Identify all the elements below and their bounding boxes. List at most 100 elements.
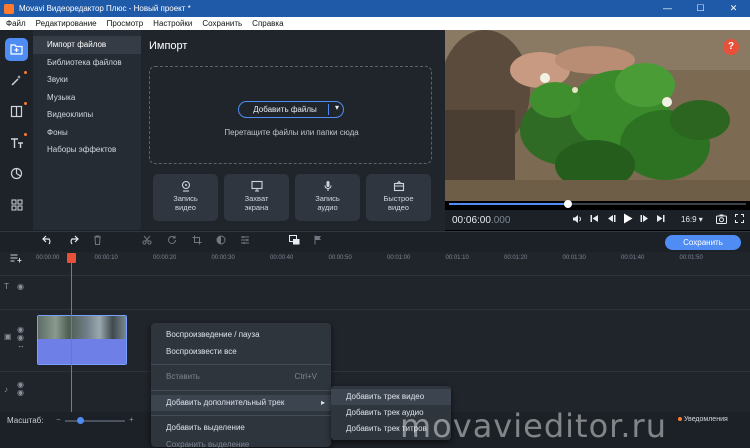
import-tab-button[interactable]	[5, 38, 28, 61]
menu-help[interactable]: Справка	[252, 19, 283, 28]
ruler-tick-label: 00:00:30	[211, 255, 235, 261]
effects-tab-button[interactable]	[5, 69, 28, 92]
progress-knob[interactable]	[563, 200, 572, 208]
file-drop-zone[interactable]: Добавить файлы ▾ Перетащите файлы или па…	[149, 66, 432, 164]
clip-properties-icon[interactable]	[240, 235, 250, 248]
snapshot-icon[interactable]	[716, 214, 727, 226]
volume-icon[interactable]	[572, 214, 582, 226]
zoom-label: Масштаб:	[7, 416, 44, 425]
ruler-tick-label: 00:01:10	[445, 255, 469, 261]
playback-progress[interactable]	[449, 200, 746, 208]
preview-player: ? 00:06:00.000 16:9 ▾	[445, 30, 750, 231]
frame-forward-icon[interactable]	[640, 214, 649, 225]
cut-icon[interactable]	[142, 235, 152, 248]
visibility-eye-icon[interactable]: ◉	[17, 282, 24, 291]
ctx-play-all[interactable]: Воспроизвести все	[151, 344, 331, 361]
minimize-button[interactable]: —	[651, 0, 684, 17]
frame-back-icon[interactable]	[607, 214, 616, 225]
pip-icon[interactable]	[289, 235, 300, 248]
ctx-add-selection[interactable]: Добавить выделение	[151, 420, 331, 437]
crop-icon[interactable]	[192, 235, 202, 248]
titles-track[interactable]: T ◉	[0, 275, 750, 309]
close-button[interactable]: ✕	[717, 0, 750, 17]
play-icon[interactable]	[623, 213, 633, 226]
time-ruler[interactable]: 00:00:00 00:00:10 00:00:20 00:00:30 00:00:40…	[30, 252, 750, 264]
zoom-slider[interactable]	[65, 417, 125, 424]
add-files-label: Добавить файлы	[253, 105, 317, 114]
track-toggles[interactable]: ◉ ◉ ↔	[17, 326, 25, 350]
more-tools-button[interactable]	[5, 193, 28, 216]
window-controls: — ☐ ✕	[651, 0, 750, 17]
clip-audio-waveform	[38, 339, 126, 364]
quick-video-tile[interactable]: Быстрое видео	[366, 174, 431, 221]
zoom-in-icon[interactable]: +	[129, 415, 134, 424]
music-note-icon: ♪	[4, 385, 8, 394]
redo-icon[interactable]	[67, 235, 79, 248]
zoom-slider-knob[interactable]	[77, 417, 84, 424]
timecode: 00:06:00.000	[452, 215, 510, 226]
delete-icon[interactable]	[93, 235, 102, 248]
add-video-track[interactable]: Добавить трек видео	[331, 389, 451, 405]
category-backgrounds[interactable]: Фоны	[33, 124, 141, 142]
record-video-tile[interactable]: Запись видео	[153, 174, 218, 221]
marker-flag-icon[interactable]	[314, 235, 322, 248]
ruler-tick-label: 00:01:20	[504, 255, 528, 261]
webcam-icon	[181, 180, 190, 192]
ctx-paste[interactable]: Вставить Ctrl+V	[151, 369, 331, 386]
menu-view[interactable]: Просмотр	[107, 19, 144, 28]
fullscreen-icon[interactable]	[735, 214, 744, 225]
color-adjust-icon[interactable]	[216, 235, 226, 248]
video-frame[interactable]: ?	[445, 30, 750, 201]
category-sounds[interactable]: Звуки	[33, 71, 141, 89]
menu-settings[interactable]: Настройки	[153, 19, 192, 28]
notifications-button[interactable]: Уведомления	[678, 416, 728, 423]
zoom-out-icon[interactable]: −	[56, 415, 61, 424]
timecode-ms: .000	[490, 215, 511, 226]
playhead-handle[interactable]	[67, 253, 76, 263]
undo-icon[interactable]	[42, 235, 54, 248]
ctx-add-track[interactable]: Добавить дополнительный трек ▸	[151, 394, 331, 411]
rotate-icon[interactable]	[167, 235, 177, 248]
video-clip[interactable]	[37, 315, 127, 365]
aspect-ratio-select[interactable]: 16:9 ▾	[681, 215, 703, 224]
titles-icon	[10, 137, 23, 148]
screen-capture-tile[interactable]: Захват экрана	[224, 174, 289, 221]
ruler-tick-label: 00:00:10	[94, 255, 118, 261]
category-video-clips[interactable]: Видеоклипы	[33, 106, 141, 124]
ctx-save-selection[interactable]: Сохранить выделение	[151, 437, 331, 448]
maximize-button[interactable]: ☐	[684, 0, 717, 17]
playhead[interactable]	[71, 254, 72, 414]
tile-label: Захват экрана	[244, 194, 269, 212]
skip-to-end-icon[interactable]	[656, 214, 665, 225]
import-pane: Импорт Добавить файлы ▾ Перетащите файлы…	[141, 30, 445, 230]
chevron-down-icon[interactable]: ▾	[335, 103, 339, 112]
add-files-button[interactable]: Добавить файлы ▾	[238, 101, 344, 118]
import-category-list: Импорт файлов Библиотека файлов Звуки Му…	[33, 30, 141, 230]
record-audio-tile[interactable]: Запись аудио	[295, 174, 360, 221]
save-button[interactable]: Сохранить	[665, 235, 741, 250]
menu-edit[interactable]: Редактирование	[36, 19, 97, 28]
category-file-library[interactable]: Библиотека файлов	[33, 54, 141, 72]
titles-track-icon: T	[4, 282, 9, 291]
stickers-icon	[10, 167, 23, 180]
ctx-play-pause[interactable]: Воспроизведение / пауза	[151, 327, 331, 344]
stickers-tab-button[interactable]	[5, 162, 28, 185]
category-effect-sets[interactable]: Наборы эффектов	[33, 141, 141, 159]
menu-save[interactable]: Сохранить	[202, 19, 242, 28]
add-track-icon[interactable]	[10, 253, 22, 266]
new-badge	[24, 133, 27, 136]
menu-file[interactable]: Файл	[6, 19, 26, 28]
drop-hint: Перетащите файлы или папки сюда	[224, 128, 359, 137]
ruler-tick-label: 00:01:30	[562, 255, 586, 261]
skip-to-start-icon[interactable]	[590, 214, 599, 225]
menu-bar: Файл Редактирование Просмотр Настройки С…	[0, 17, 750, 30]
import-title: Импорт	[149, 40, 188, 52]
ruler-tick-label: 00:00:20	[153, 255, 177, 261]
category-music[interactable]: Музыка	[33, 89, 141, 107]
titles-tab-button[interactable]	[5, 131, 28, 154]
track-toggles[interactable]: ◉ ◉	[17, 381, 24, 397]
help-button[interactable]: ?	[723, 39, 739, 55]
transitions-tab-button[interactable]	[5, 100, 28, 123]
category-import-files[interactable]: Импорт файлов	[33, 36, 141, 54]
notification-dot	[678, 417, 682, 421]
